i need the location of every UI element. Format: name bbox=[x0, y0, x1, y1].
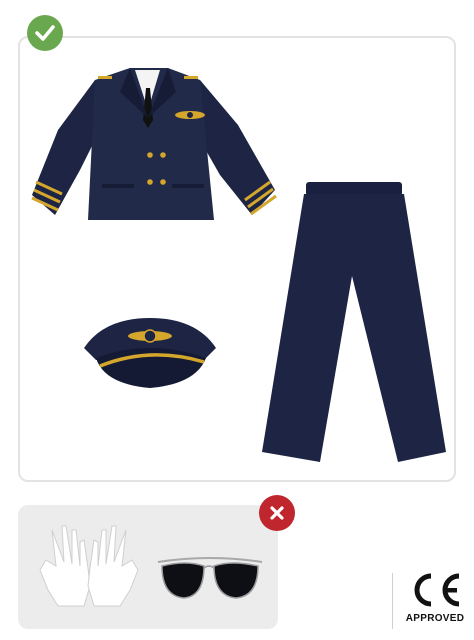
ce-mark-logo bbox=[414, 573, 460, 607]
product-illustrations bbox=[18, 68, 446, 629]
check-icon bbox=[27, 15, 63, 51]
pilot-jacket-icon bbox=[31, 68, 277, 220]
ce-approved-label: APPROVED bbox=[405, 613, 465, 624]
cross-icon bbox=[259, 495, 295, 531]
pilot-hat-icon bbox=[84, 318, 216, 388]
divider bbox=[392, 573, 393, 629]
pilot-trousers-icon bbox=[262, 182, 446, 462]
